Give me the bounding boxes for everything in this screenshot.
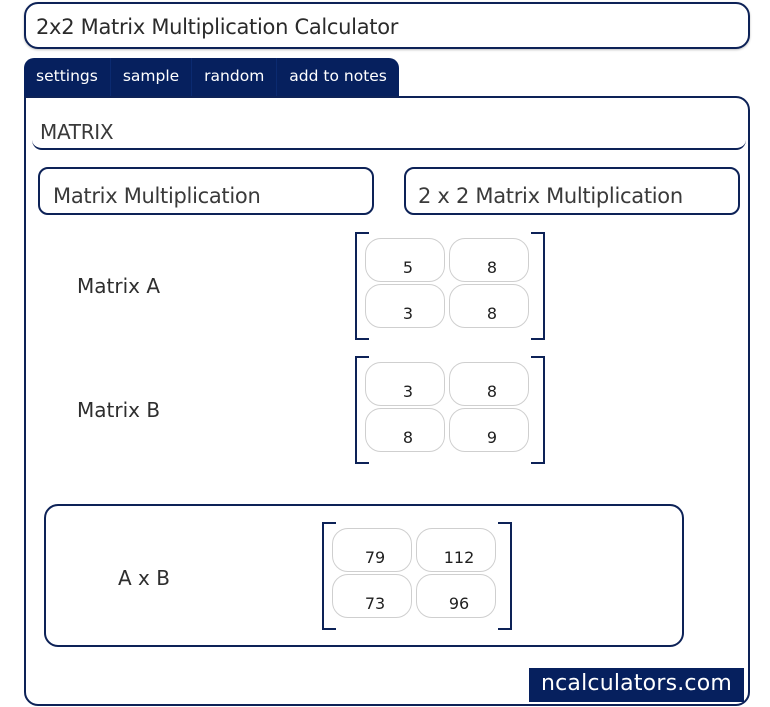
title-bar: 2x2 Matrix Multiplication Calculator bbox=[24, 2, 750, 49]
matrix-b-cell-b21[interactable]: 8 bbox=[365, 408, 445, 452]
tab-bar: settings sample random add to notes bbox=[24, 58, 399, 96]
matrix-a-cell-a21[interactable]: 3 bbox=[365, 284, 445, 328]
matrix-b-cell-b12[interactable]: 8 bbox=[449, 362, 529, 406]
section-title: MATRIX bbox=[40, 120, 114, 144]
result-matrix: 79 112 73 96 bbox=[322, 522, 512, 630]
calculator-panel: MATRIX Matrix Multiplication 2 x 2 Matri… bbox=[24, 96, 750, 706]
tab-settings[interactable]: settings bbox=[24, 58, 111, 96]
matrix-b-cell-b11[interactable]: 3 bbox=[365, 362, 445, 406]
category-matrix-multiplication[interactable]: Matrix Multiplication bbox=[38, 167, 374, 215]
result-cell-c11: 79 bbox=[332, 528, 412, 572]
matrix-b: 3 8 8 9 bbox=[355, 356, 545, 464]
matrix-a-cell-a22[interactable]: 8 bbox=[449, 284, 529, 328]
page-title: 2x2 Matrix Multiplication Calculator bbox=[36, 15, 399, 39]
matrix-a: 5 8 3 8 bbox=[355, 232, 545, 340]
result-cell-c21: 73 bbox=[332, 574, 412, 618]
category-2x2-matrix-multiplication[interactable]: 2 x 2 Matrix Multiplication bbox=[404, 167, 740, 215]
tab-sample[interactable]: sample bbox=[111, 58, 193, 96]
tab-add-to-notes[interactable]: add to notes bbox=[277, 58, 399, 96]
matrix-b-label: Matrix B bbox=[77, 398, 161, 422]
right-bracket bbox=[531, 356, 545, 464]
result-label: A x B bbox=[118, 566, 170, 590]
category-label: Matrix Multiplication bbox=[53, 184, 261, 208]
result-cell-c12: 112 bbox=[416, 528, 496, 572]
category-label: 2 x 2 Matrix Multiplication bbox=[418, 184, 683, 208]
matrix-a-cell-a12[interactable]: 8 bbox=[449, 238, 529, 282]
result-cell-c22: 96 bbox=[416, 574, 496, 618]
brand-logo[interactable]: ncalculators.com bbox=[529, 668, 744, 702]
matrix-a-cell-a11[interactable]: 5 bbox=[365, 238, 445, 282]
matrix-a-label: Matrix A bbox=[77, 274, 161, 298]
result-box: A x B 79 112 73 96 bbox=[44, 504, 684, 647]
tab-random[interactable]: random bbox=[192, 58, 278, 96]
right-bracket bbox=[498, 522, 512, 630]
right-bracket bbox=[531, 232, 545, 340]
matrix-b-cell-b22[interactable]: 9 bbox=[449, 408, 529, 452]
section-header: MATRIX bbox=[32, 114, 746, 150]
